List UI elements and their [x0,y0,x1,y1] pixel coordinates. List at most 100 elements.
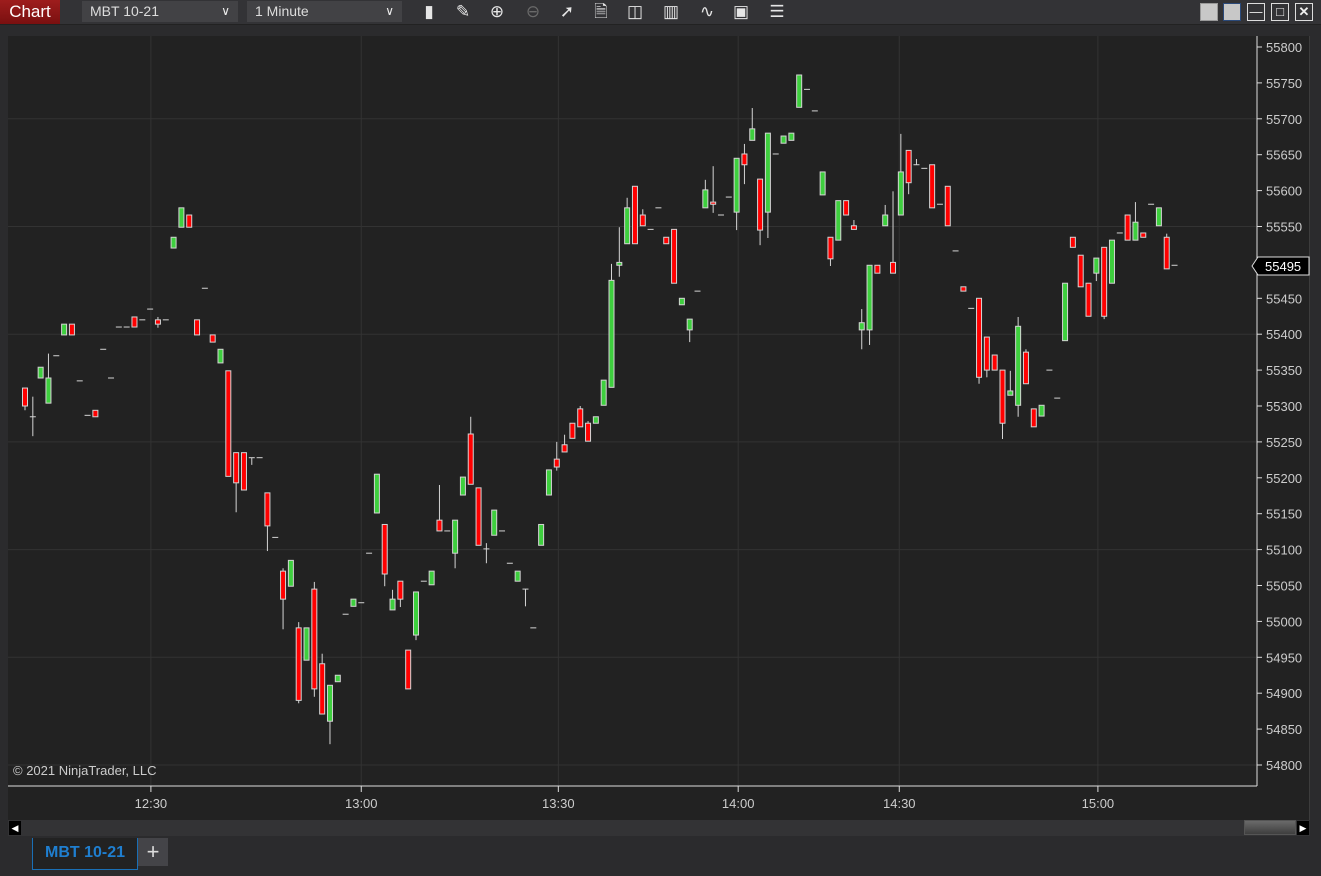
toolbar: Chart MBT 10-21 ∨ 1 Minute ∨ ▮ ✎ ⊕ ⊖ ➚ 🗎 ◫ ▥ ∿ ▣ ☰… [0,0,1321,25]
drawing-tool-icon[interactable]: ✎ [450,1,476,23]
candle-down [929,164,936,209]
candle-down [1140,232,1147,238]
candle-down [999,369,1006,424]
y-tick-label: 54900 [1266,686,1302,701]
window-option-button[interactable] [1223,3,1241,21]
templates-icon[interactable]: ▣ [728,1,754,23]
candle-down [1124,214,1131,241]
indicators-icon[interactable]: ▥ [658,1,684,23]
instrument-selector[interactable]: MBT 10-21 ∨ [82,1,238,22]
candle-up [897,171,904,216]
close-button[interactable]: ✕ [1295,3,1313,21]
candle-up [373,473,380,514]
candle-down [1101,246,1108,317]
candle-down [890,261,897,274]
candle-down [1022,351,1029,385]
pointer-icon[interactable]: ➚ [554,1,580,23]
y-tick-label: 55700 [1266,112,1302,127]
instrument-value: MBT 10-21 [90,3,159,19]
candle-up [858,322,865,331]
chevron-down-icon: ∨ [385,4,394,18]
candle-down [405,649,412,690]
candle-down [960,286,967,292]
candle-up [45,377,52,404]
add-tab-button[interactable]: + [138,838,168,866]
candle-down [280,570,287,600]
candle-up [764,132,771,213]
candle-down [1163,236,1170,270]
y-tick-label: 55250 [1266,435,1302,450]
candle-down [1069,236,1076,248]
candle-up [413,591,419,636]
candle-up [61,323,68,336]
candle-up [491,509,498,536]
maximize-button[interactable]: □ [1271,3,1289,21]
bars-type-icon[interactable]: ▮ [416,1,442,23]
candle-down [827,236,834,260]
y-tick-label: 55200 [1266,471,1302,486]
x-tick-label: 15:00 [1082,796,1115,811]
candle-up [217,348,224,364]
y-tick-label: 54950 [1266,650,1302,665]
zoom-in-icon[interactable]: ⊕ [484,1,510,23]
y-tick-label: 55150 [1266,507,1302,522]
candle-up [616,261,623,266]
candle-down [264,492,271,527]
candle-up [459,476,466,496]
scrollbar-thumb[interactable] [1244,820,1296,835]
candle-up [796,74,803,108]
candlestick-chart[interactable]: 12:30 13:00 13:30 14:00 14:30 15:00 55800 55750… [8,36,1311,820]
candle-up [686,318,693,331]
candle-up [428,570,435,586]
chart-window-tag: Chart [0,0,60,24]
candle-up [733,157,740,213]
window-option-button[interactable] [1200,3,1218,21]
candle-down [631,185,638,245]
x-tick-label: 14:00 [722,796,755,811]
candle-down [874,264,881,274]
candle-up [882,214,889,227]
candle-up [178,207,185,228]
candle-down [1030,408,1037,428]
candle-down [944,185,951,227]
candle-down [850,225,857,230]
horizontal-scrollbar[interactable]: ◀ ▶ [8,820,1310,836]
x-tick-label: 13:30 [542,796,575,811]
candle-down [131,316,138,328]
tab-mbt-10-21[interactable]: MBT 10-21 [32,838,138,870]
scroll-right-icon[interactable]: ▶ [1297,821,1309,835]
scroll-left-icon[interactable]: ◀ [9,821,21,835]
interval-selector[interactable]: 1 Minute ∨ [247,1,402,22]
candle-down [295,627,302,701]
chart-panel[interactable]: 12:30 13:00 13:30 14:00 14:30 15:00 55800 55750… [8,36,1311,836]
candle-up [819,171,826,196]
candle-up [1015,325,1022,406]
candle-down [436,519,443,532]
candle-up [1062,282,1069,342]
data-box-icon[interactable]: 🗎 [588,1,614,23]
candle-down [319,663,326,715]
candle-up [170,236,177,249]
candle-down [397,580,404,600]
minimize-button[interactable]: — [1247,3,1265,21]
y-tick-label: 55550 [1266,220,1302,235]
chart-trader-icon[interactable]: ◫ [622,1,648,23]
x-tick-label: 14:30 [883,796,916,811]
candle-down [240,452,247,491]
y-tick-label: 55800 [1266,40,1302,55]
candle-up [624,207,631,245]
candle-down [233,452,240,484]
candle-down [225,370,232,477]
candle-up [592,416,599,424]
candle-down [381,523,388,575]
strategies-icon[interactable]: ∿ [694,1,720,23]
candle-up [326,684,333,722]
candle-down [68,323,75,336]
candle-down [639,214,646,227]
candle-down [710,201,717,205]
properties-icon[interactable]: ☰ [764,1,790,23]
candle-up [538,523,545,546]
zoom-out-icon[interactable]: ⊖ [520,1,546,23]
candle-down [1077,254,1084,288]
candle-down [154,319,161,325]
